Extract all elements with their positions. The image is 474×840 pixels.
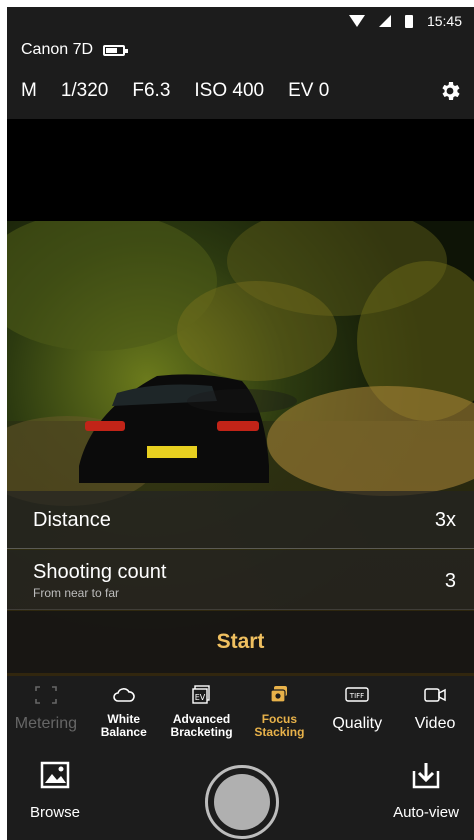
shooting-count-value[interactable]: 3 — [445, 570, 456, 593]
svg-text:EV: EV — [194, 693, 205, 702]
auto-view-button[interactable]: Auto-view — [386, 761, 466, 821]
preview-letterbox — [7, 119, 474, 221]
shooting-mode[interactable]: M — [21, 80, 37, 102]
auto-view-label: Auto-view — [393, 804, 459, 821]
distance-setting[interactable]: Distance 3x — [7, 491, 474, 549]
video-camera-icon — [424, 688, 446, 702]
shooting-count-setting[interactable]: Shooting count From near to far 3 — [7, 550, 474, 610]
mode-label-quality: Quality — [332, 715, 383, 732]
status-bar: 15:45 — [7, 7, 474, 35]
mode-label-advanced-bracketing: Advanced Bracketing — [170, 712, 233, 739]
camera-info: Canon 7D — [21, 41, 129, 59]
mode-label-white-balance: White Balance — [100, 712, 147, 739]
bottom-controls: Browse Auto-view — [7, 755, 474, 840]
mode-quality[interactable]: TIFF Quality — [318, 675, 396, 755]
start-label: Start — [216, 630, 265, 653]
phone-battery-icon — [404, 14, 413, 28]
cellular-signal-icon — [378, 15, 391, 27]
status-time: 15:45 — [426, 13, 462, 29]
exposure-readout: M 1/320 F6.3 ISO 400 EV 0 — [21, 80, 353, 102]
start-button[interactable]: Start — [7, 611, 474, 673]
mode-advanced-bracketing[interactable]: EV Advanced Bracketing — [163, 675, 241, 755]
camera-name: Canon 7D — [21, 41, 94, 58]
gallery-icon — [40, 761, 70, 789]
mode-white-balance[interactable]: White Balance — [85, 675, 163, 755]
ev-bracketing-icon: EV — [191, 685, 210, 704]
tiff-icon: TIFF — [345, 687, 369, 702]
mode-video[interactable]: Video — [396, 675, 474, 755]
shutter-speed[interactable]: 1/320 — [61, 80, 109, 102]
iso[interactable]: ISO 400 — [194, 80, 264, 102]
distance-value[interactable]: 3x — [435, 509, 456, 532]
gear-icon[interactable] — [438, 79, 462, 103]
browse-button[interactable]: Browse — [25, 761, 85, 821]
download-icon — [412, 763, 440, 789]
distance-label: Distance — [33, 509, 111, 531]
aperture[interactable]: F6.3 — [132, 80, 170, 102]
wifi-icon — [348, 15, 365, 27]
svg-text:TIFF: TIFF — [349, 692, 364, 700]
mode-label-focus-stacking: Focus Stacking — [254, 712, 305, 739]
camera-battery-icon — [103, 44, 129, 56]
mode-metering[interactable]: Metering — [7, 675, 85, 755]
shooting-count-subtitle: From near to far — [33, 586, 120, 600]
cloud-icon — [112, 688, 135, 702]
metering-icon — [35, 686, 57, 704]
exposure-compensation[interactable]: EV 0 — [288, 80, 329, 102]
browse-label: Browse — [29, 804, 81, 821]
focus-stack-icon — [270, 686, 288, 703]
app-screen: 15:45 Canon 7D M 1/320 F6.3 ISO 400 EV 0 — [7, 7, 474, 840]
mode-bar: Metering White Balance EV Advanced Brack… — [7, 675, 474, 755]
mode-label-video: Video — [414, 715, 456, 732]
shutter-button[interactable] — [205, 765, 279, 839]
mode-label-metering: Metering — [14, 715, 78, 732]
mode-focus-stacking[interactable]: Focus Stacking — [240, 675, 318, 755]
shooting-count-label: Shooting count — [33, 561, 167, 583]
